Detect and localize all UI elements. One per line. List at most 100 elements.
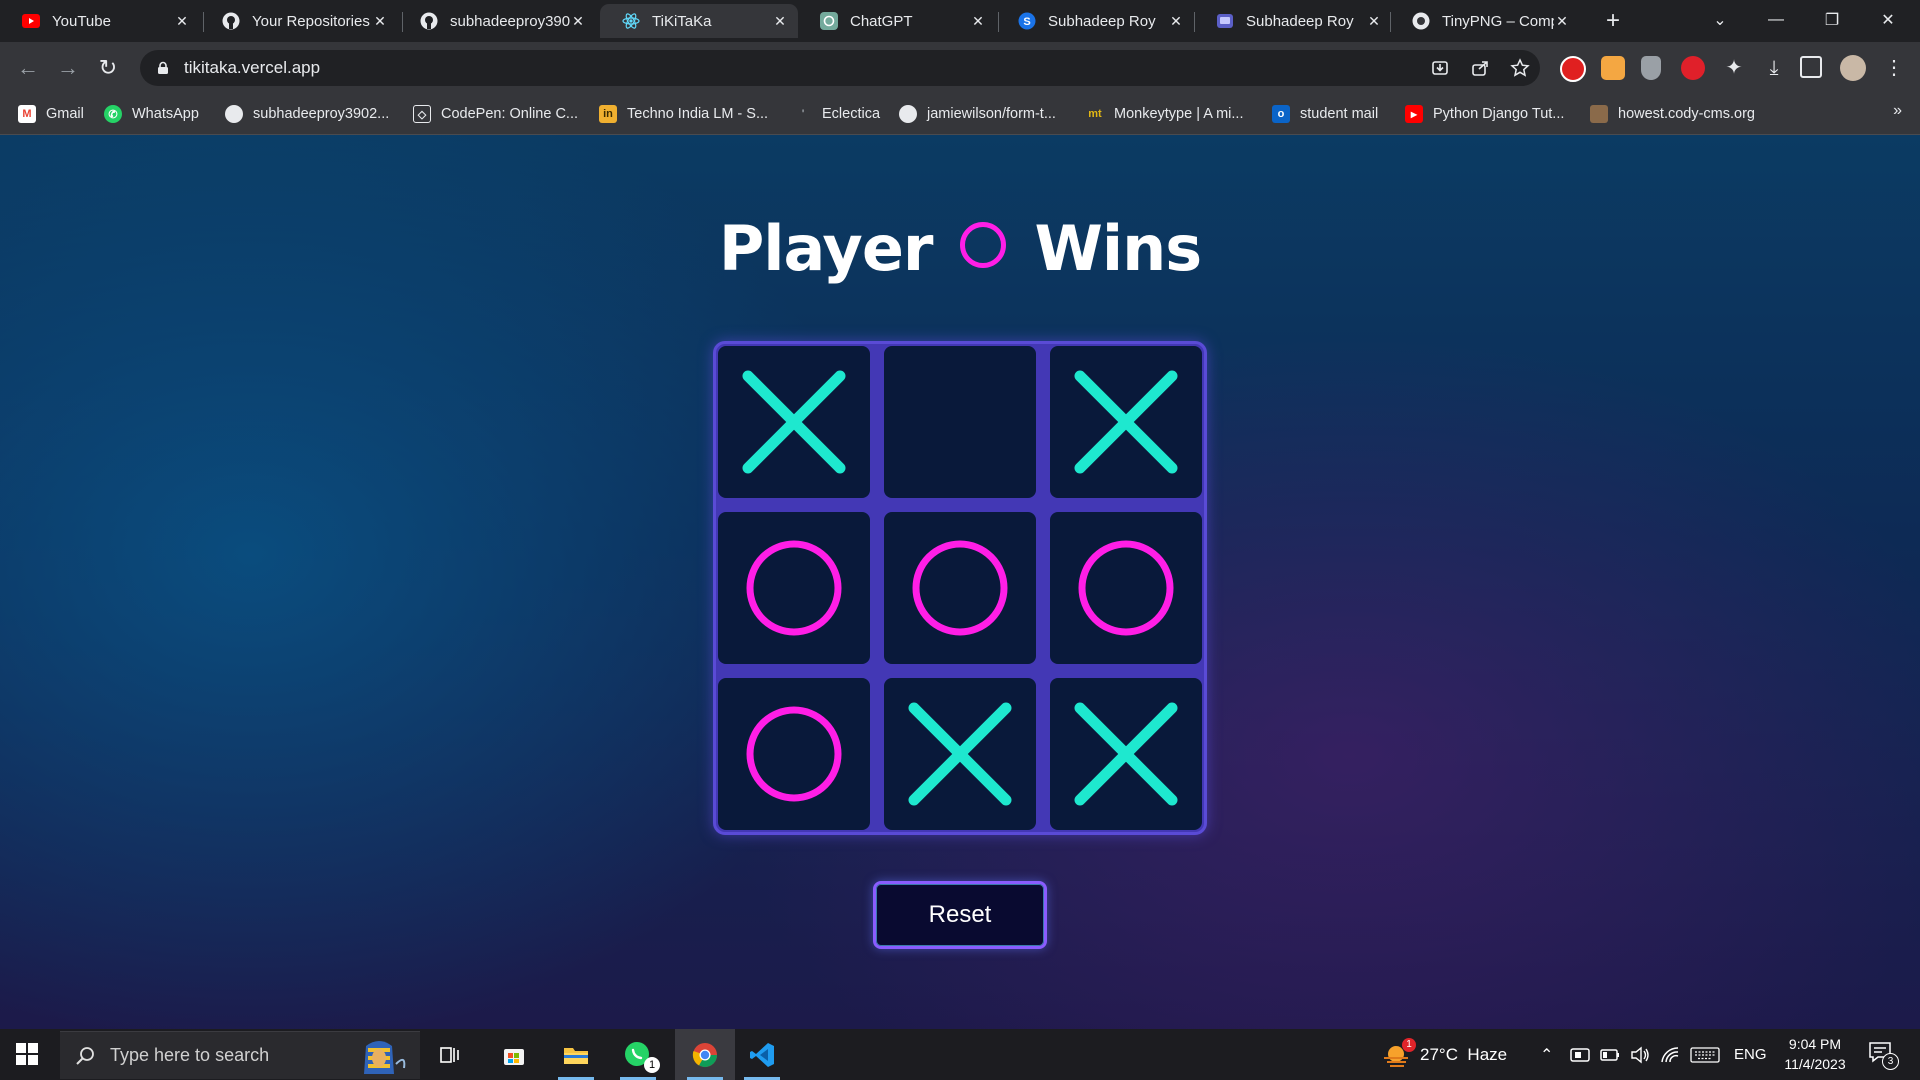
- tab-subhadeep-roy-skype[interactable]: S Subhadeep Roy ✕: [996, 4, 1194, 38]
- close-icon[interactable]: ✕: [174, 13, 190, 30]
- url-text: tikitaka.vercel.app: [184, 58, 321, 77]
- new-tab-button[interactable]: +: [1600, 8, 1626, 34]
- tab-subhadeep-roy-teams[interactable]: Subhadeep Roy ✕: [1194, 4, 1392, 38]
- weather-alert-badge: 1: [1402, 1037, 1416, 1052]
- address-bar[interactable]: tikitaka.vercel.app: [140, 50, 1540, 86]
- bookmark-form-template[interactable]: jamiewilson/form-t...: [899, 102, 1056, 126]
- bookmark-label: howest.cody-cms.org: [1618, 106, 1755, 122]
- window-close-button[interactable]: ✕: [1860, 0, 1916, 40]
- back-arrow-icon[interactable]: ←: [14, 54, 42, 82]
- adblock-extension-icon[interactable]: [1681, 56, 1705, 80]
- bookmark-whatsapp[interactable]: ✆ WhatsApp: [104, 102, 199, 126]
- meet-now-icon[interactable]: [1570, 1029, 1590, 1080]
- bookmark-student-mail[interactable]: o student mail: [1272, 102, 1378, 126]
- github-icon: [222, 12, 240, 30]
- board-cell[interactable]: [1050, 678, 1202, 830]
- show-hidden-icons-chevron-icon[interactable]: ⌃: [1540, 1029, 1553, 1080]
- bookmark-eclectica[interactable]: ' Eclectica: [794, 102, 880, 126]
- search-icon: [76, 1046, 94, 1065]
- notification-count-badge: 3: [1882, 1053, 1899, 1070]
- windows-start-icon[interactable]: [16, 1043, 38, 1065]
- bookmarks-bar: M Gmail ✆ WhatsApp subhadeeproy3902... ◇ Co…: [0, 94, 1920, 135]
- shield-extension-icon[interactable]: [1641, 56, 1661, 80]
- bookmark-codepen[interactable]: ◇ CodePen: Online C...: [413, 102, 578, 126]
- board-cell[interactable]: [884, 512, 1036, 664]
- close-icon[interactable]: ✕: [1366, 13, 1382, 30]
- profile-avatar[interactable]: [1840, 55, 1866, 81]
- wifi-icon[interactable]: [1660, 1029, 1680, 1080]
- bookmark-monkeytype[interactable]: mt Monkeytype | A mi...: [1086, 102, 1243, 126]
- close-icon[interactable]: ✕: [570, 13, 586, 30]
- volume-icon[interactable]: [1630, 1029, 1650, 1080]
- bookmark-techno-india[interactable]: in Techno India LM - S...: [599, 102, 768, 126]
- side-panel-icon[interactable]: [1800, 56, 1822, 78]
- chatgpt-icon: [820, 12, 838, 30]
- close-icon[interactable]: ✕: [970, 13, 986, 30]
- tinypng-icon: [1412, 12, 1430, 30]
- board-cell[interactable]: [1050, 346, 1202, 498]
- headline-wins-text: Wins: [1034, 212, 1202, 285]
- close-icon[interactable]: ✕: [772, 13, 788, 30]
- puzzle-extensions-icon[interactable]: ✦: [1722, 56, 1746, 80]
- skype-icon: S: [1018, 12, 1036, 30]
- github-icon: [899, 105, 917, 123]
- battery-icon[interactable]: [1600, 1029, 1620, 1080]
- weather-widget[interactable]: 1 27°C Haze: [1382, 1029, 1507, 1080]
- windows-taskbar: Type here to search 1 1 27°C Haze ⌃ ENG …: [0, 1029, 1920, 1080]
- github-icon: [420, 12, 438, 30]
- o-mark-icon: [746, 540, 842, 636]
- bookmark-gmail[interactable]: M Gmail: [18, 102, 84, 126]
- github-icon: [225, 105, 243, 123]
- language-indicator[interactable]: ENG: [1734, 1029, 1767, 1080]
- forward-arrow-icon[interactable]: →: [54, 54, 82, 82]
- bookmarks-overflow-chevron-icon[interactable]: »: [1893, 102, 1902, 120]
- close-icon[interactable]: ✕: [372, 13, 388, 30]
- tab-title: ChatGPT: [850, 12, 913, 30]
- file-explorer-icon[interactable]: [548, 1029, 604, 1080]
- kebab-menu-icon[interactable]: ⋮: [1884, 56, 1904, 80]
- keyboard-icon[interactable]: [1690, 1029, 1720, 1080]
- board-cell[interactable]: [884, 346, 1036, 498]
- bookmark-star-icon[interactable]: [1510, 58, 1530, 78]
- download-icon[interactable]: ⤓: [1762, 56, 1786, 80]
- share-icon[interactable]: [1470, 58, 1490, 78]
- tab-your-repositories[interactable]: Your Repositories ✕: [200, 4, 398, 38]
- close-icon[interactable]: ✕: [1168, 13, 1184, 30]
- board-cell[interactable]: [718, 512, 870, 664]
- tab-youtube[interactable]: YouTube ✕: [0, 4, 200, 38]
- board-cell[interactable]: [1050, 512, 1202, 664]
- chrome-taskbar-icon[interactable]: [675, 1029, 735, 1080]
- board-cell[interactable]: [718, 346, 870, 498]
- tab-subhadeeproy[interactable]: subhadeeproy3902 ✕: [398, 4, 596, 38]
- x-mark-icon: [1074, 370, 1178, 474]
- extension-icon[interactable]: [1601, 56, 1625, 80]
- minimize-button[interactable]: —: [1748, 0, 1804, 40]
- tab-tinypng[interactable]: TinyPNG – Comp ✕: [1390, 4, 1580, 38]
- restore-button[interactable]: ❐: [1804, 0, 1860, 40]
- pharaoh-doodle-icon: [364, 1041, 406, 1074]
- bookmark-howest[interactable]: howest.cody-cms.org: [1590, 102, 1755, 126]
- tab-chatgpt[interactable]: ChatGPT ✕: [798, 4, 996, 38]
- board-cell[interactable]: [884, 678, 1036, 830]
- system-clock[interactable]: 9:04 PM 11/4/2023: [1770, 1034, 1860, 1074]
- o-mark-icon: [1078, 540, 1174, 636]
- lock-icon: [158, 61, 168, 74]
- microsoft-store-icon[interactable]: [486, 1029, 542, 1080]
- close-icon[interactable]: ✕: [1554, 13, 1570, 30]
- tab-tikitaka[interactable]: TiKiTaKa ✕: [600, 4, 798, 38]
- taskbar-search-input[interactable]: Type here to search: [60, 1031, 420, 1079]
- reset-button[interactable]: Reset: [873, 881, 1047, 949]
- vscode-taskbar-icon[interactable]: [734, 1029, 790, 1080]
- bookmark-github[interactable]: subhadeeproy3902...: [225, 102, 389, 126]
- reload-icon[interactable]: ↻: [94, 54, 122, 82]
- board-cell[interactable]: [718, 678, 870, 830]
- tab-search-chevron-icon[interactable]: ⌄: [1692, 0, 1748, 40]
- notification-center-icon[interactable]: 3: [1868, 1029, 1899, 1080]
- bookmark-python-django[interactable]: ▶ Python Django Tut...: [1405, 102, 1564, 126]
- weather-haze-icon: 1: [1382, 1037, 1416, 1068]
- whatsapp-taskbar-icon[interactable]: 1: [610, 1029, 666, 1080]
- task-view-icon[interactable]: [422, 1029, 478, 1080]
- install-app-icon[interactable]: [1430, 58, 1450, 78]
- youtube-icon: ▶: [1405, 105, 1423, 123]
- acrobat-extension-icon[interactable]: [1560, 56, 1586, 82]
